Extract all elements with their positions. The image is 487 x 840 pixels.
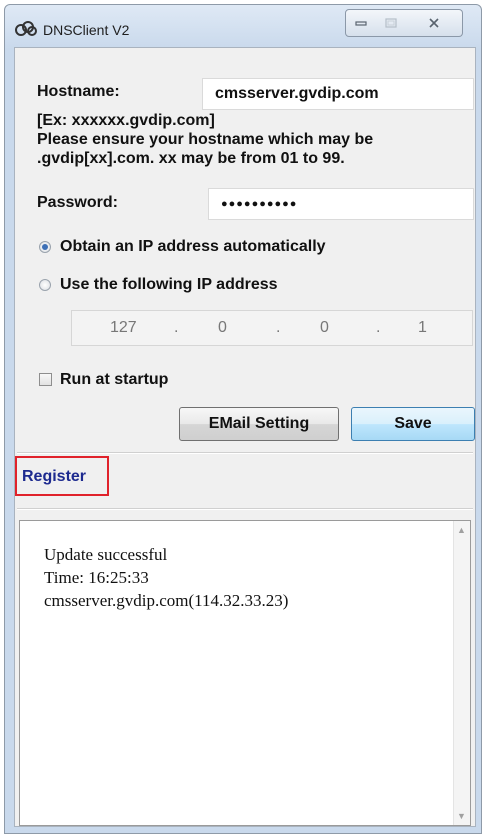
minimize-icon (355, 21, 367, 26)
run-at-startup-checkbox[interactable] (39, 373, 52, 386)
save-button[interactable]: Save (351, 407, 475, 441)
register-link[interactable]: Register (22, 468, 86, 486)
status-log[interactable]: Update successful Time: 16:25:33 cmsserv… (19, 520, 471, 826)
ip-separator: . (376, 319, 381, 336)
ip-octet-1[interactable]: 127 (110, 319, 137, 337)
log-lines: Update successful Time: 16:25:33 cmsserv… (44, 543, 288, 612)
log-line: Update successful (44, 545, 168, 564)
ip-separator: . (174, 319, 179, 336)
run-at-startup-label[interactable]: Run at startup (60, 371, 168, 389)
scroll-down-icon[interactable]: ▼ (457, 811, 466, 821)
ip-separator: . (276, 319, 281, 336)
hint-line: Please ensure your hostname which may be (37, 131, 374, 148)
hostname-input[interactable]: cmsserver.gvdip.com (202, 78, 474, 110)
ip-octet-4[interactable]: 1 (418, 319, 427, 337)
radio-manual-ip-label[interactable]: Use the following IP address (60, 276, 278, 294)
maximize-icon (384, 18, 397, 28)
ip-octet-2[interactable]: 0 (218, 319, 227, 337)
hint-line: .gvdip[xx].com. xx may be from 01 to 99. (37, 150, 345, 167)
ip-octet-3[interactable]: 0 (320, 319, 329, 337)
app-icon (15, 21, 37, 36)
window-title: DNSClient V2 (43, 22, 130, 38)
close-button[interactable] (405, 9, 463, 37)
divider (17, 452, 473, 454)
password-input[interactable]: ●●●●●●●●●● (208, 188, 474, 220)
hostname-label: Hostname: (37, 83, 120, 100)
dnsclient-window: DNSClient V2 Hostname: cmsserver.gvdip.c… (4, 4, 482, 834)
password-label: Password: (37, 194, 118, 211)
radio-manual-ip[interactable] (39, 279, 51, 291)
ip-address-field[interactable]: 127 . 0 . 0 . 1 (71, 310, 473, 346)
minimize-button[interactable] (345, 9, 377, 37)
log-scrollbar[interactable]: ▲ ▼ (453, 521, 470, 825)
radio-auto-ip-label[interactable]: Obtain an IP address automatically (60, 238, 326, 256)
log-line: Time: 16:25:33 (44, 568, 149, 587)
close-icon (428, 18, 439, 28)
title-bar[interactable]: DNSClient V2 (5, 5, 481, 47)
hint-line: [Ex: xxxxxx.gvdip.com] (37, 112, 215, 129)
scroll-up-icon[interactable]: ▲ (457, 525, 466, 535)
register-highlight: Register (15, 456, 109, 496)
radio-auto-ip[interactable] (39, 241, 51, 253)
maximize-button[interactable] (376, 9, 406, 37)
hostname-hint: [Ex: xxxxxx.gvdip.com] Please ensure you… (37, 111, 373, 168)
email-setting-button[interactable]: EMail Setting (179, 407, 339, 441)
client-area: Hostname: cmsserver.gvdip.com [Ex: xxxxx… (14, 47, 476, 827)
divider (17, 508, 473, 510)
log-line: cmsserver.gvdip.com(114.32.33.23) (44, 591, 289, 610)
